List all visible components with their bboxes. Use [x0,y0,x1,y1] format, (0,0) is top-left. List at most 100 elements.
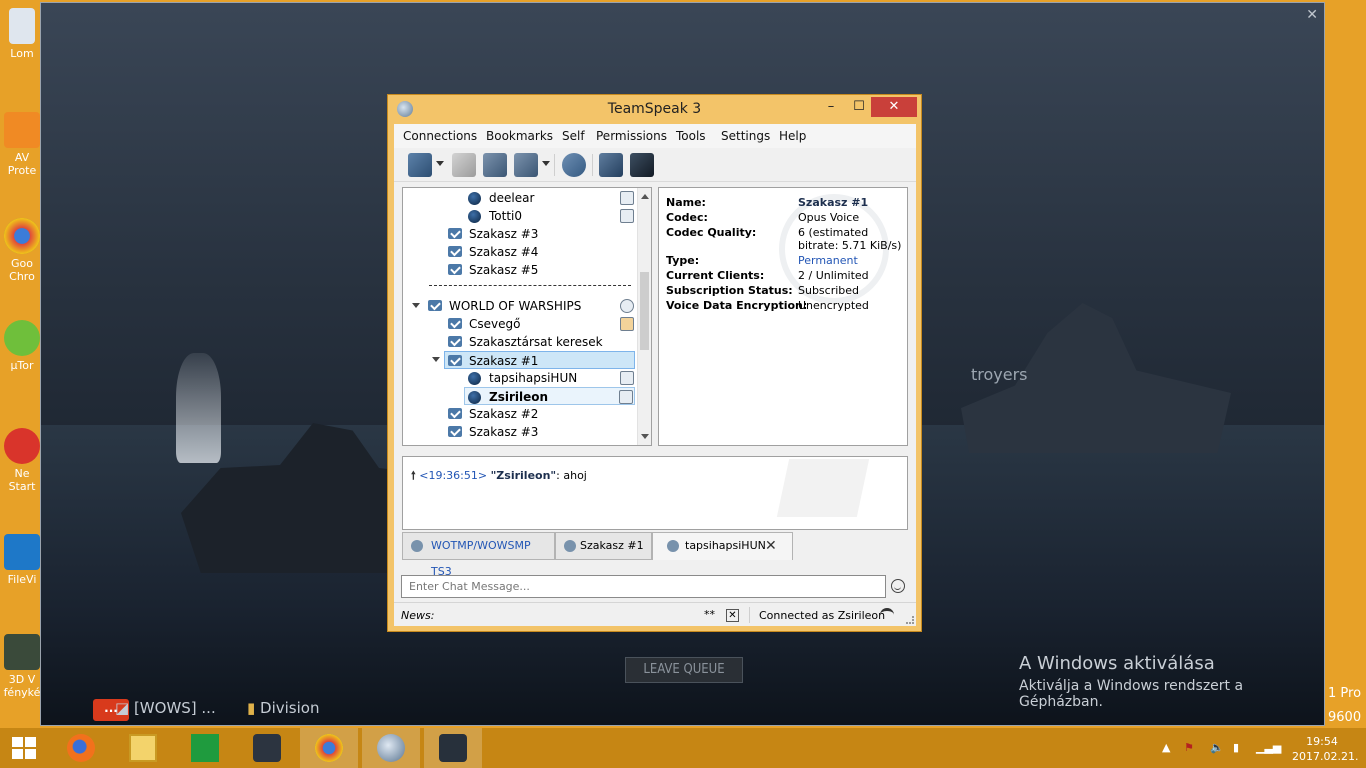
mute-speakers-icon[interactable] [514,153,538,177]
menu-connections[interactable]: Connections [403,129,477,143]
close-icon[interactable]: ✕ [1306,7,1318,23]
desktop-icon-fileviewer[interactable]: FileVi [0,534,44,586]
leave-queue-button[interactable]: LEAVE QUEUE [625,657,743,683]
type-value[interactable]: Permanent [798,254,858,267]
poke-icon[interactable] [630,153,654,177]
tree-channel-row-selected[interactable]: Szakasz #1 [444,351,635,369]
disconnect-icon[interactable] [408,153,432,177]
tree-user-row[interactable]: deelear [403,189,638,207]
menu-tools[interactable]: Tools [676,129,706,143]
close-tab-icon[interactable]: ✕ [765,533,777,559]
desktop-icon-recycle-bin[interactable]: Lom [0,8,44,60]
server-icon [411,540,423,552]
tree-user-row-focused[interactable]: Zsirileon [464,387,635,405]
desktop-icon-app[interactable]: Ne Start [0,428,44,493]
fileviewer-icon [4,534,40,570]
start-button[interactable] [0,728,58,768]
maximize-button[interactable]: ☐ [848,97,870,117]
menu-help[interactable]: Help [779,129,806,143]
tree-channel-row[interactable]: Csevegő [403,315,638,333]
connection-quality-icon[interactable] [880,608,894,622]
scroll-up-icon[interactable] [641,194,649,199]
taskbar-wows[interactable] [238,728,296,768]
desktop-icon-label: µTor [10,359,34,372]
away-icon[interactable] [452,153,476,177]
close-news-icon[interactable]: ✕ [726,609,739,622]
tree-channel-row[interactable]: Szakasz #3 [403,225,638,243]
taskbar-teamspeak[interactable] [362,728,420,768]
battery-icon[interactable]: ▮ [1233,741,1239,755]
wows-icon [253,734,281,762]
menu-settings[interactable]: Settings [721,129,770,143]
menu-permissions[interactable]: Permissions [596,129,667,143]
desktop-icon-chrome[interactable]: Goo Chro [0,218,44,283]
chevron-down-icon[interactable] [542,161,550,169]
desktop-icon-photo-viewer[interactable]: 3D V fényké [0,634,44,699]
desktop-icon-label: Ne Start [8,467,36,493]
news-stars: ** [704,608,715,621]
tree-channel-name: Szakasz #3 [469,425,539,439]
game-task-division[interactable]: ▮ Division [247,699,319,723]
taskbar-wows-launcher[interactable] [424,728,482,768]
tree-channel-name: Szakasz #2 [469,407,539,421]
contacts-icon[interactable] [599,153,623,177]
volume-icon[interactable]: 🔈 [1210,741,1224,755]
minimize-button[interactable]: – [820,97,842,117]
shield-icon: ▮ [247,699,256,717]
desktop-icon-label: 3D V fényké [3,673,41,699]
taskbar-file-explorer[interactable] [114,728,172,768]
tree-user-row[interactable]: tapsihapsiHUN [403,369,638,387]
clock[interactable]: 19:54 2017.02.21. [1292,734,1358,764]
tree-channel-row[interactable]: Szakasz #4 [403,243,638,261]
menu-bar: Connections Bookmarks Self Permissions T… [394,124,916,148]
game-task-label: [WOWS] ... [133,699,216,717]
toolbar-separator [554,154,555,176]
tree-channel-row[interactable]: Szakasz #3 [403,423,638,441]
action-center-icon[interactable]: ⚑ [1184,741,1194,755]
chrome-icon [4,218,40,254]
channel-icon [448,336,462,347]
taskbar-firefox[interactable] [52,728,110,768]
channel-icon [448,318,462,329]
tree-channel-name: Szakasz #5 [469,263,539,277]
show-hidden-icons[interactable]: ▲ [1162,741,1170,755]
tree-channel-row[interactable]: WORLD OF WARSHIPS [403,297,638,315]
tab-channel[interactable]: Szakasz #1 [555,532,652,560]
tree-channel-name: Csevegő [469,317,521,331]
activation-title: A Windows aktiválása [1019,653,1215,674]
info-label: Codec Quality: [666,226,757,239]
taskbar-store[interactable] [176,728,234,768]
tree-user-row[interactable]: Totti0 [403,207,638,225]
teamspeak-icon [377,734,405,762]
tree-scrollbar[interactable] [637,188,651,445]
smiley-icon[interactable] [891,579,905,593]
resize-grip[interactable] [906,616,914,624]
chat-input[interactable]: Enter Chat Message... [401,575,886,598]
tree-channel-row[interactable]: Szakasz #5 [403,261,638,279]
title-bar[interactable]: TeamSpeak 3 – ☐ ✕ [388,95,921,123]
tree-channel-row[interactable]: Szakasz #2 [403,405,638,423]
scroll-down-icon[interactable] [641,434,649,439]
mute-mic-icon[interactable] [483,153,507,177]
expand-arrow-icon[interactable] [412,303,420,308]
chat-tabs: WOTMP/WOWSMP TS3 Szakasz #1 tapsihapsiHU… [402,532,908,578]
desktop-icon-utorrent[interactable]: µTor [0,320,44,372]
channel-icon [428,300,442,311]
desktop-icon-antivirus[interactable]: AV Prote [0,112,44,177]
chat-sender[interactable]: "Zsirileon" [491,469,557,482]
network-icon[interactable]: ▁▃▅ [1256,741,1281,755]
expand-arrow-icon[interactable] [432,357,440,362]
taskbar-chrome[interactable] [300,728,358,768]
menu-self[interactable]: Self [562,129,585,143]
tree-channel-row[interactable]: Szakasztársat keresek [403,333,638,351]
tab-private[interactable]: tapsihapsiHUN ✕ [652,532,793,560]
close-button[interactable]: ✕ [871,97,917,117]
whisper-icon[interactable] [562,153,586,177]
scroll-thumb[interactable] [640,272,649,350]
tab-server[interactable]: WOTMP/WOWSMP TS3 [402,532,555,578]
game-task-wows[interactable]: ◪ [WOWS] ... [115,699,216,723]
menu-bookmarks[interactable]: Bookmarks [486,129,553,143]
channel-icon [448,408,462,419]
user-status-icon [468,372,481,385]
chevron-down-icon[interactable] [436,161,444,169]
